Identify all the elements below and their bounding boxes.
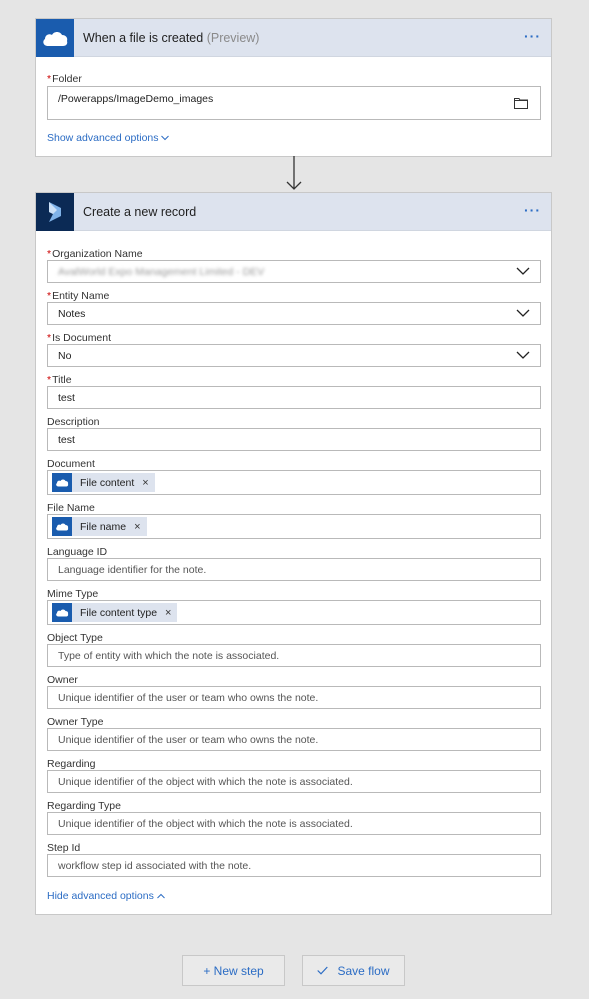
is-document-dropdown[interactable]: No [47, 344, 541, 367]
trigger-title-suffix: (Preview) [206, 30, 260, 45]
file-content-token[interactable]: File content × [52, 473, 155, 492]
regarding-type-input[interactable]: Unique identifier of the object with whi… [47, 812, 541, 835]
language-id-label: Language ID [47, 546, 108, 558]
show-advanced-options-link[interactable]: Show advanced options [47, 132, 170, 144]
hide-advanced-options-link[interactable]: Hide advanced options [47, 890, 165, 902]
title-label-text: Title [52, 374, 72, 386]
save-flow-label: Save flow [337, 963, 390, 978]
file-content-token-label: File content [80, 476, 135, 489]
title-input[interactable]: test [47, 386, 541, 409]
owner-placeholder: Unique identifier of the user or team wh… [58, 691, 319, 704]
entity-label-text: Entity Name [52, 290, 110, 302]
file-content-type-token-label: File content type [80, 606, 158, 619]
onedrive-cloud-icon [52, 517, 72, 536]
file-name-token-label: File name [80, 520, 127, 533]
folder-field[interactable]: /Powerapps/ImageDemo_images [47, 86, 541, 120]
language-id-input[interactable]: Language identifier for the note. [47, 558, 541, 581]
chevron-down-icon [516, 309, 530, 317]
file-name-input[interactable]: File name × [47, 514, 541, 539]
object-type-placeholder: Type of entity with which the note is as… [58, 649, 280, 662]
mime-type-label: Mime Type [47, 588, 99, 600]
file-name-token[interactable]: File name × [52, 517, 147, 536]
new-step-button[interactable]: + New step [182, 955, 285, 986]
entity-dropdown[interactable]: Notes [47, 302, 541, 325]
owner-input[interactable]: Unique identifier of the user or team wh… [47, 686, 541, 709]
action-card-header[interactable]: Create a new record ··· [36, 192, 551, 231]
org-label: *Organization Name [47, 248, 143, 260]
trigger-title: When a file is created (Preview) [83, 31, 259, 45]
description-value: test [58, 433, 75, 446]
more-options-icon[interactable]: ··· [524, 203, 541, 217]
document-label: Document [47, 458, 95, 470]
trigger-card-header[interactable]: When a file is created (Preview) ··· [36, 18, 551, 57]
hide-advanced-text: Hide advanced options [47, 890, 154, 902]
step-id-label: Step Id [47, 842, 81, 854]
isdoc-label: *Is Document [47, 332, 112, 344]
onedrive-cloud-icon [52, 603, 72, 622]
folder-label-text: Folder [52, 73, 82, 85]
owner-type-input[interactable]: Unique identifier of the user or team wh… [47, 728, 541, 751]
chevron-down-icon [516, 351, 530, 359]
entity-value: Notes [58, 307, 86, 320]
owner-label: Owner [47, 674, 78, 686]
regarding-type-label: Regarding Type [47, 800, 121, 812]
folder-label: *Folder [47, 73, 82, 85]
entity-label: *Entity Name [47, 290, 110, 302]
dynamics-icon [36, 192, 74, 231]
regarding-placeholder: Unique identifier of the object with whi… [58, 775, 353, 788]
more-options-icon[interactable]: ··· [524, 29, 541, 43]
trigger-title-text: When a file is created [83, 30, 204, 45]
remove-token-icon[interactable]: × [134, 521, 140, 533]
trigger-card: When a file is created (Preview) ··· *Fo… [35, 18, 552, 157]
title-value: test [58, 391, 75, 404]
title-label: *Title [47, 374, 72, 386]
owner-type-label: Owner Type [47, 716, 104, 728]
step-id-placeholder: workflow step id associated with the not… [58, 859, 252, 872]
owner-type-placeholder: Unique identifier of the user or team wh… [58, 733, 319, 746]
save-flow-button[interactable]: Save flow [302, 955, 405, 986]
arrow-down-icon [286, 156, 302, 190]
file-content-type-token[interactable]: File content type × [52, 603, 178, 622]
action-card: Create a new record ··· *Organization Na… [35, 192, 552, 915]
object-type-input[interactable]: Type of entity with which the note is as… [47, 644, 541, 667]
organization-dropdown[interactable]: AvalWorld Expo Management Limited - DEV [47, 260, 541, 283]
action-title: Create a new record [83, 204, 197, 219]
regarding-type-placeholder: Unique identifier of the object with whi… [58, 817, 353, 830]
description-label: Description [47, 416, 100, 428]
mime-type-input[interactable]: File content type × [47, 600, 541, 625]
org-value: AvalWorld Expo Management Limited - DEV [58, 265, 265, 278]
folder-value: /Powerapps/ImageDemo_images [58, 93, 214, 105]
new-step-label: + New step [203, 963, 264, 978]
chevron-down-icon [516, 267, 530, 275]
onedrive-cloud-icon [52, 473, 72, 492]
remove-token-icon[interactable]: × [165, 607, 171, 619]
description-input[interactable]: test [47, 428, 541, 451]
regarding-input[interactable]: Unique identifier of the object with whi… [47, 770, 541, 793]
folder-picker-icon[interactable] [514, 97, 528, 112]
chevron-up-icon [156, 893, 165, 899]
onedrive-cloud-icon [36, 18, 74, 57]
chevron-down-icon [161, 135, 170, 141]
regarding-label: Regarding [47, 758, 96, 770]
remove-token-icon[interactable]: × [142, 477, 148, 489]
checkmark-icon [317, 966, 329, 975]
show-advanced-text: Show advanced options [47, 132, 159, 144]
isdoc-label-text: Is Document [52, 332, 112, 344]
object-type-label: Object Type [47, 632, 103, 644]
org-label-text: Organization Name [52, 248, 143, 260]
language-id-placeholder: Language identifier for the note. [58, 563, 207, 576]
isdoc-value: No [58, 349, 72, 362]
step-id-input[interactable]: workflow step id associated with the not… [47, 854, 541, 877]
document-input[interactable]: File content × [47, 470, 541, 495]
file-name-label: File Name [47, 502, 95, 514]
